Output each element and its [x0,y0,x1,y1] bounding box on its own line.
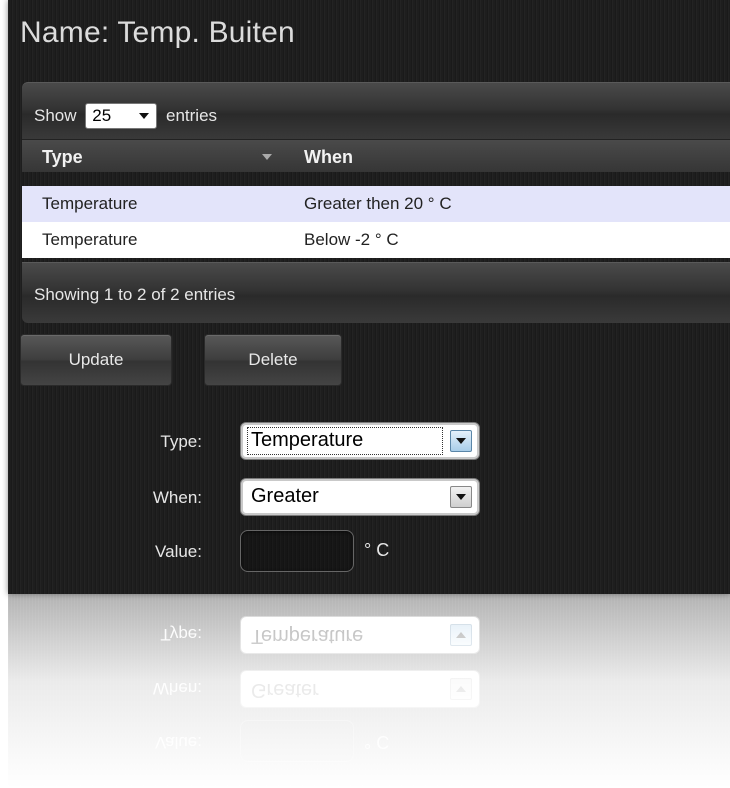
table-header: Type When [22,139,730,172]
reflection: Type: Temperature When: Greater Value: °… [8,594,730,788]
focus-ring [247,427,443,455]
cell-type: Temperature [42,194,138,213]
type-label: Type: [160,432,202,451]
app-window: Name: Temp. Buiten Show 25 entries Type … [8,0,730,594]
unit-label: ° C [364,540,390,560]
column-header-type[interactable]: Type [42,147,83,168]
value-input[interactable] [240,530,354,572]
when-select[interactable]: Greater [240,478,480,516]
cell-when: Below -2 ° C [304,230,399,249]
update-button[interactable]: Update [20,334,172,386]
column-header-when[interactable]: When [304,147,353,168]
when-select-value: Greater [251,485,319,507]
dropdown-button[interactable] [450,430,472,452]
cell-type: Temperature [42,230,138,249]
table-info: Showing 1 to 2 of 2 entries [34,285,236,304]
when-label: When: [152,488,202,507]
table-toolbar: Show 25 entries [22,82,730,140]
table-row[interactable]: Temperature Below -2 ° C [22,222,730,258]
cell-when: Greater then 20 ° C [304,194,452,213]
dropdown-button[interactable] [450,486,472,508]
type-select[interactable]: Temperature [240,422,480,460]
page-length-value: 25 [92,106,112,125]
length-control: Show 25 entries [34,103,217,129]
table-footer: Showing 1 to 2 of 2 entries [22,262,730,323]
entries-label: entries [166,106,218,125]
page-title: Name: Temp. Buiten [20,16,295,49]
sort-desc-icon [262,154,272,160]
delete-button[interactable]: Delete [204,334,342,386]
chevron-down-icon [139,113,150,119]
chevron-down-icon [456,494,466,500]
value-label: Value: [155,542,202,561]
page-length-select[interactable]: 25 [85,103,158,129]
rules-table-panel: Show 25 entries Type When Temperature Gr… [22,82,730,323]
chevron-down-icon [456,438,466,444]
reflection-fade [8,594,730,788]
show-label: Show [34,106,77,125]
table-row[interactable]: Temperature Greater then 20 ° C [22,186,730,222]
